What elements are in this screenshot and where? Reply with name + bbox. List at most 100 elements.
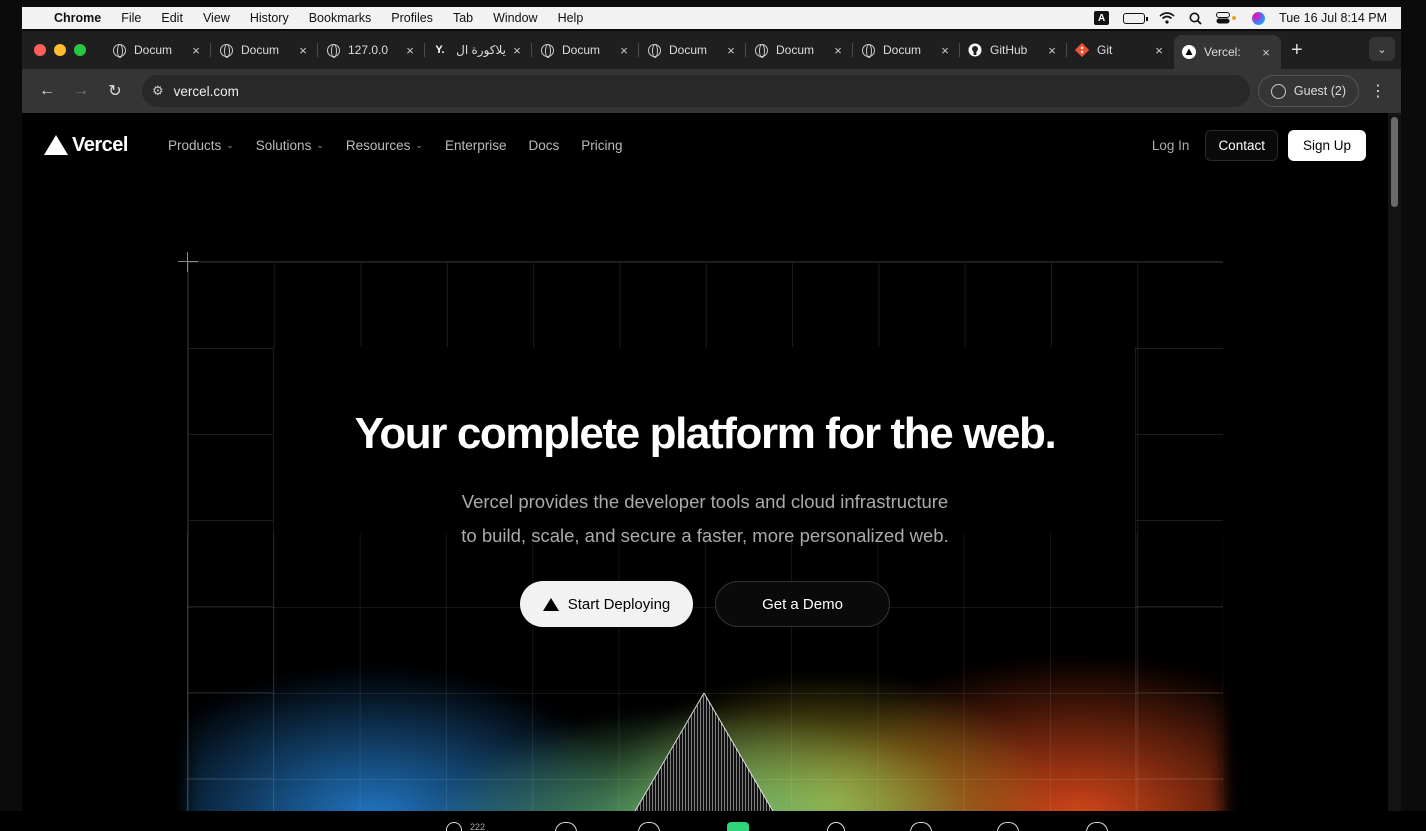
- tab-2[interactable]: Docum ×: [211, 35, 318, 65]
- main-nav: Products ⌄ Solutions ⌄ Resources ⌄ Enterpri…: [168, 138, 623, 153]
- login-link[interactable]: Log In: [1152, 138, 1190, 153]
- nav-pricing[interactable]: Pricing: [581, 138, 622, 153]
- page-scrollbar[interactable]: [1388, 113, 1401, 811]
- nav-enterprise[interactable]: Enterprise: [445, 138, 507, 153]
- dock-circle-icon[interactable]: [1086, 822, 1108, 831]
- siri-icon[interactable]: [1252, 11, 1266, 25]
- github-icon: [968, 43, 982, 57]
- control-center-icon[interactable]: [1216, 12, 1238, 24]
- nav-label: Products: [167, 137, 222, 153]
- menubar-clock[interactable]: Tue 16 Jul 8:14 PM: [1279, 11, 1387, 25]
- nav-solutions[interactable]: Solutions ⌄: [256, 138, 324, 153]
- more-menu-icon[interactable]: ⋮: [1365, 81, 1391, 101]
- input-source-icon[interactable]: A: [1094, 11, 1110, 25]
- y-logo-icon: Y.: [435, 44, 445, 56]
- dock-folder-icon[interactable]: [638, 822, 660, 831]
- tab-9[interactable]: GitHub ×: [960, 35, 1067, 65]
- vercel-triangle-icon: [44, 135, 68, 155]
- spotlight-search-icon[interactable]: [1189, 12, 1202, 25]
- brand-name: Vercel: [72, 133, 128, 156]
- menu-window[interactable]: Window: [493, 11, 537, 25]
- menu-history[interactable]: History: [250, 11, 289, 25]
- menu-tab[interactable]: Tab: [453, 11, 473, 25]
- menu-help[interactable]: Help: [558, 11, 584, 25]
- close-tab-icon[interactable]: ×: [189, 43, 203, 58]
- close-window-button[interactable]: [34, 44, 46, 56]
- tab-1[interactable]: Docum ×: [104, 35, 211, 65]
- hero-cta-group: Start Deploying Get a Demo: [22, 581, 1388, 627]
- tab-6[interactable]: Docum ×: [639, 35, 746, 65]
- close-tab-icon[interactable]: ×: [296, 43, 310, 58]
- dock-people-icon[interactable]: [446, 822, 462, 831]
- prism-triangle-graphic: [634, 693, 774, 811]
- contact-button[interactable]: Contact: [1205, 129, 1278, 161]
- close-tab-icon[interactable]: ×: [1152, 43, 1166, 58]
- close-tab-icon[interactable]: ×: [1259, 45, 1273, 60]
- tab-11-active[interactable]: Vercel: ×: [1174, 35, 1281, 69]
- nav-label: Resources: [345, 137, 411, 153]
- scrollbar-thumb[interactable]: [1391, 117, 1398, 207]
- forward-arrow-icon[interactable]: →: [66, 76, 96, 106]
- vercel-logo[interactable]: Vercel: [44, 134, 128, 157]
- tab-title: Vercel:: [1204, 45, 1241, 59]
- close-tab-icon[interactable]: ×: [724, 43, 738, 58]
- globe-icon: [754, 43, 768, 58]
- url-text[interactable]: vercel.com: [174, 84, 239, 99]
- close-tab-icon[interactable]: ×: [938, 43, 952, 58]
- minimize-window-button[interactable]: [54, 44, 66, 56]
- nav-docs[interactable]: Docs: [528, 138, 559, 153]
- dock-app-icon[interactable]: [727, 822, 749, 831]
- tab-10[interactable]: Git ×: [1067, 35, 1174, 65]
- close-tab-icon[interactable]: ×: [403, 43, 417, 58]
- tab-8[interactable]: Docum ×: [853, 35, 960, 65]
- globe-icon: [861, 43, 875, 58]
- tab-title: Docum: [241, 43, 280, 57]
- wifi-icon[interactable]: [1159, 12, 1175, 24]
- close-tab-icon[interactable]: ×: [617, 43, 631, 58]
- globe-icon: [540, 43, 554, 58]
- nav-resources[interactable]: Resources ⌄: [346, 138, 423, 153]
- menu-edit[interactable]: Edit: [161, 11, 183, 25]
- battery-icon[interactable]: [1123, 12, 1149, 24]
- chevron-down-icon: ⌄: [415, 139, 423, 150]
- tab-3[interactable]: 127.0.0 ×: [318, 35, 425, 65]
- menu-view[interactable]: View: [203, 11, 230, 25]
- signup-button[interactable]: Sign Up: [1287, 129, 1366, 161]
- tab-4[interactable]: Y. يلاكورة ال ×: [425, 35, 532, 65]
- menu-file[interactable]: File: [121, 11, 141, 25]
- get-demo-button[interactable]: Get a Demo: [715, 581, 890, 627]
- menu-profiles[interactable]: Profiles: [391, 11, 433, 25]
- zoom-window-button[interactable]: [74, 44, 86, 56]
- tab-title: Docum: [883, 43, 922, 57]
- address-bar[interactable]: ⚙ vercel.com: [142, 75, 1250, 107]
- vercel-triangle-icon: [542, 597, 559, 611]
- tab-7[interactable]: Docum ×: [746, 35, 853, 65]
- vercel-icon: [1182, 45, 1196, 59]
- tab-title: Docum: [134, 43, 173, 57]
- profile-label: Guest (2): [1293, 84, 1346, 98]
- close-tab-icon[interactable]: ×: [510, 43, 524, 58]
- dock-message-icon[interactable]: [997, 822, 1019, 831]
- close-tab-icon[interactable]: ×: [831, 43, 845, 58]
- dock: 222: [0, 811, 1426, 831]
- browser-window: Docum × Docum × 127.0.0 × Y. يلاكورة ال …: [22, 31, 1401, 811]
- dock-copy-icon[interactable]: [555, 822, 577, 831]
- menu-bookmarks[interactable]: Bookmarks: [309, 11, 372, 25]
- tab-title: يلاكورة ال: [456, 43, 506, 57]
- close-tab-icon[interactable]: ×: [1045, 43, 1059, 58]
- nav-products[interactable]: Products ⌄: [168, 138, 234, 153]
- new-tab-button[interactable]: +: [1291, 39, 1303, 62]
- browser-toolbar: ← → ↻ ⚙ vercel.com Guest (2) ⋮: [22, 69, 1401, 113]
- start-deploying-button[interactable]: Start Deploying: [520, 581, 693, 627]
- back-arrow-icon[interactable]: ←: [32, 76, 62, 106]
- dock-sparkle-icon[interactable]: [827, 822, 845, 831]
- site-info-icon[interactable]: ⚙: [152, 83, 164, 99]
- dock-user-icon[interactable]: [910, 822, 932, 831]
- profile-button[interactable]: Guest (2): [1257, 75, 1359, 107]
- tab-title: Docum: [776, 43, 815, 57]
- tab-search-chevron-icon[interactable]: ⌄: [1369, 37, 1395, 61]
- reload-icon[interactable]: ↻: [100, 76, 130, 106]
- menu-app-name[interactable]: Chrome: [54, 11, 101, 25]
- chevron-down-icon: ⌄: [226, 139, 234, 150]
- tab-5[interactable]: Docum ×: [532, 35, 639, 65]
